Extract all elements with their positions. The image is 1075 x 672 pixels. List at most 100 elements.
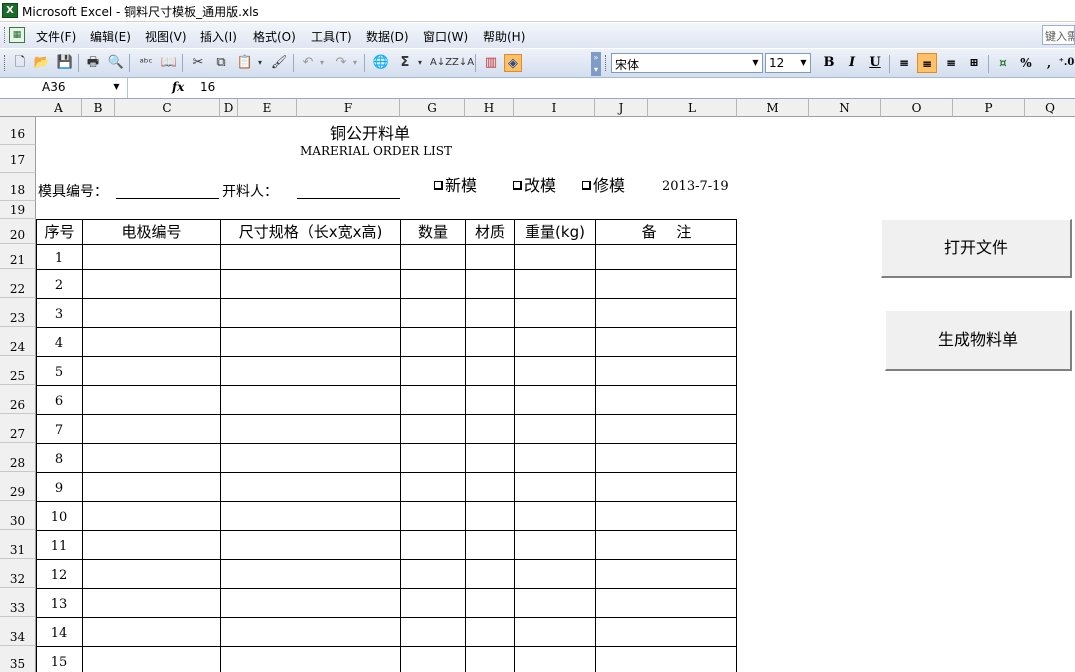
sort-descending-icon[interactable]: Z↓A <box>452 54 474 72</box>
undo-icon[interactable]: ↶ <box>299 54 317 72</box>
drawing-icon[interactable]: ◈ <box>504 54 522 72</box>
paste-dropdown-icon[interactable]: ▾ <box>256 54 264 72</box>
row-header-23[interactable]: 23 <box>0 298 36 327</box>
column-header-j[interactable]: J <box>595 99 648 117</box>
row-header-16[interactable]: 16 <box>0 117 36 145</box>
workbook-icon[interactable]: ▦ <box>9 27 25 43</box>
column-header-a[interactable]: A <box>36 99 82 117</box>
font-size-select[interactable]: 12 ▼ <box>765 53 811 73</box>
column-header-b[interactable]: B <box>82 99 115 117</box>
row-header-28[interactable]: 28 <box>0 443 36 472</box>
toolbar-grip[interactable] <box>605 55 607 71</box>
format-painter-icon[interactable]: 🖌 <box>270 54 288 72</box>
open-file-button[interactable]: 打开文件 <box>881 219 1072 278</box>
row-header-20[interactable]: 20 <box>0 219 36 244</box>
row-header-17[interactable]: 17 <box>0 145 36 173</box>
row-header-24[interactable]: 24 <box>0 327 36 356</box>
row-header-25[interactable]: 25 <box>0 356 36 385</box>
insert-function-icon[interactable]: fx <box>172 80 184 94</box>
column-header-p[interactable]: P <box>953 99 1025 117</box>
menu-data[interactable]: 数据(D) <box>366 28 409 45</box>
open-icon[interactable]: 📂 <box>33 54 51 72</box>
toolbar-grip[interactable] <box>4 55 6 71</box>
column-header-e[interactable]: E <box>238 99 297 117</box>
autosum-icon[interactable]: Σ <box>396 54 414 72</box>
checkbox-repair-mold[interactable]: 修模 <box>582 172 625 196</box>
align-center-icon[interactable]: ≡ <box>917 53 937 73</box>
row-header-26[interactable]: 26 <box>0 385 36 414</box>
chevron-down-icon[interactable]: ▼ <box>110 78 123 96</box>
name-box[interactable]: A36 ▼ <box>0 78 128 98</box>
menu-insert[interactable]: 插入(I) <box>200 28 237 45</box>
column-header-h[interactable]: H <box>465 99 514 117</box>
menu-help[interactable]: 帮助(H) <box>483 28 525 45</box>
menu-format[interactable]: 格式(O) <box>253 28 296 45</box>
checkbox-modify-mold[interactable]: 改模 <box>513 172 556 196</box>
row-header-27[interactable]: 27 <box>0 414 36 443</box>
column-header-d[interactable]: D <box>220 99 238 117</box>
italic-icon[interactable]: I <box>842 53 862 73</box>
percent-icon[interactable]: % <box>1016 53 1036 73</box>
row-header-18[interactable]: 18 <box>0 173 36 201</box>
comma-style-icon[interactable]: , <box>1039 53 1059 73</box>
toolbar-options-chevron-icon[interactable]: » ▾ <box>591 52 601 76</box>
merge-center-icon[interactable]: ⊞ <box>964 53 984 73</box>
font-name-select[interactable]: 宋体 ▼ <box>611 53 763 73</box>
print-preview-icon[interactable]: 🔍 <box>107 54 125 72</box>
paste-icon[interactable]: 📋 <box>236 54 254 72</box>
column-header-l[interactable]: L <box>648 99 737 117</box>
checkbox-new-mold[interactable]: 新模 <box>434 172 477 196</box>
redo-dropdown-icon[interactable]: ▾ <box>351 54 359 72</box>
generate-list-button[interactable]: 生成物料单 <box>885 310 1072 371</box>
column-header-c[interactable]: C <box>115 99 220 117</box>
row-header-21[interactable]: 21 <box>0 244 36 269</box>
new-icon[interactable]: 🗋 <box>11 54 29 72</box>
excel-app-icon[interactable]: X <box>2 3 18 18</box>
chevron-down-icon[interactable]: ▼ <box>749 54 762 72</box>
issuer-field[interactable] <box>297 198 400 199</box>
research-icon[interactable]: 📖 <box>160 54 178 72</box>
row-header-30[interactable]: 30 <box>0 501 36 530</box>
help-search-input[interactable]: 键入需 <box>1042 25 1075 45</box>
column-header-f[interactable]: F <box>297 99 400 117</box>
bold-icon[interactable]: B <box>819 53 839 73</box>
align-right-icon[interactable]: ≡ <box>941 53 961 73</box>
menu-grip[interactable] <box>4 27 7 43</box>
align-left-icon[interactable]: ≡ <box>894 53 914 73</box>
row-header-22[interactable]: 22 <box>0 269 36 298</box>
copy-icon[interactable]: ⧉ <box>212 54 230 72</box>
column-header-n[interactable]: N <box>809 99 881 117</box>
spelling-icon[interactable]: ᵃᵇᶜ <box>137 54 155 72</box>
hyperlink-icon[interactable]: 🌐 <box>372 54 390 72</box>
row-header-29[interactable]: 29 <box>0 472 36 501</box>
cut-icon[interactable]: ✂ <box>189 54 207 72</box>
redo-icon[interactable]: ↷ <box>332 54 350 72</box>
chart-wizard-icon[interactable]: ▥ <box>482 54 500 72</box>
mold-number-field[interactable] <box>116 198 219 199</box>
menu-tools[interactable]: 工具(T) <box>311 28 352 45</box>
row-header-32[interactable]: 32 <box>0 559 36 588</box>
chevron-down-icon[interactable]: ▼ <box>797 54 810 72</box>
row-header-19[interactable]: 19 <box>0 201 36 219</box>
save-icon[interactable]: 💾 <box>56 54 74 72</box>
row-header-31[interactable]: 31 <box>0 530 36 559</box>
formula-input[interactable]: 16 <box>200 80 215 94</box>
column-header-q[interactable]: Q <box>1025 99 1075 117</box>
menu-view[interactable]: 视图(V) <box>145 28 187 45</box>
menu-window[interactable]: 窗口(W) <box>423 28 468 45</box>
row-header-33[interactable]: 33 <box>0 588 36 617</box>
currency-icon[interactable]: ¤ <box>993 53 1013 73</box>
undo-dropdown-icon[interactable]: ▾ <box>318 54 326 72</box>
column-header-g[interactable]: G <box>400 99 465 117</box>
column-header-i[interactable]: I <box>514 99 595 117</box>
menu-edit[interactable]: 编辑(E) <box>90 28 131 45</box>
column-header-m[interactable]: M <box>737 99 809 117</box>
sort-ascending-icon[interactable]: A↓Z <box>430 54 452 72</box>
row-header-34[interactable]: 34 <box>0 617 36 646</box>
underline-icon[interactable]: U <box>865 53 885 73</box>
increase-decimal-icon[interactable]: ⁺.0 <box>1058 53 1075 73</box>
print-icon[interactable]: 🖶 <box>84 54 102 72</box>
autosum-dropdown-icon[interactable]: ▾ <box>416 54 424 72</box>
column-header-o[interactable]: O <box>881 99 953 117</box>
menu-file[interactable]: 文件(F) <box>36 28 76 45</box>
